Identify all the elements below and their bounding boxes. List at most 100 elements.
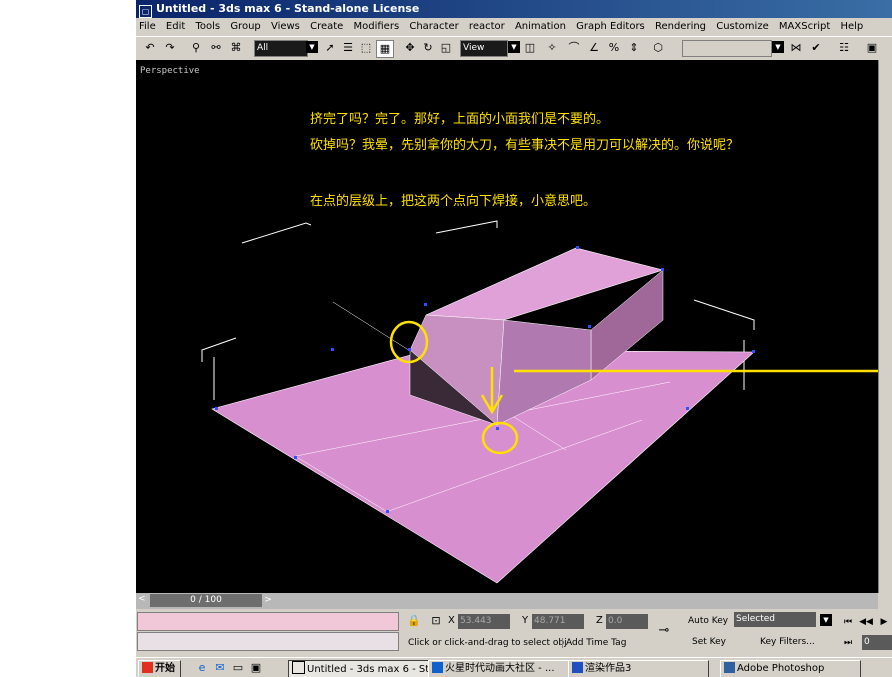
- time-slider-thumb[interactable]: 0 / 100: [150, 594, 262, 607]
- menu-bar: File Edit Tools Group Views Create Modif…: [136, 18, 892, 35]
- select-object-icon[interactable]: ➚: [322, 40, 338, 56]
- layer-manager-icon[interactable]: ☷: [836, 40, 852, 56]
- link-icon[interactable]: ⚲: [188, 40, 204, 56]
- photoshop-task-icon: [724, 662, 735, 673]
- select-by-name-icon[interactable]: ☰: [340, 40, 356, 56]
- auto-key-button[interactable]: Auto Key: [688, 616, 728, 626]
- show-desktop-icon[interactable]: ▭: [230, 660, 246, 676]
- menu-help[interactable]: Help: [840, 21, 863, 32]
- bind-space-warp-icon[interactable]: ⌘: [228, 40, 244, 56]
- task-3dsmax-label: Untitled - 3ds max 6 - Sta...: [307, 664, 428, 675]
- named-selection-arrow-icon[interactable]: ▼: [772, 41, 784, 53]
- curve-editor-icon[interactable]: ▣: [864, 40, 880, 56]
- menu-graph-editors[interactable]: Graph Editors: [576, 21, 645, 32]
- current-frame-field[interactable]: 0: [862, 635, 892, 650]
- previous-frame-icon[interactable]: ◀◀: [858, 614, 874, 630]
- move-icon[interactable]: ✥: [402, 40, 418, 56]
- menu-tools[interactable]: Tools: [195, 21, 220, 32]
- maxscript-listener-input[interactable]: [137, 612, 399, 631]
- key-mode-dropdown[interactable]: Selected: [734, 612, 816, 627]
- key-filters-button[interactable]: Key Filters...: [760, 637, 815, 647]
- pivot-center-icon[interactable]: ◫: [522, 40, 538, 56]
- selection-filter-dropdown[interactable]: All: [254, 40, 308, 57]
- scale-icon[interactable]: ◱: [438, 40, 454, 56]
- add-time-tag-button[interactable]: Add Time Tag: [562, 638, 626, 648]
- rectangular-selection-icon[interactable]: ⬚: [358, 40, 374, 56]
- windows-logo-icon: [142, 662, 153, 673]
- selection-filter-arrow-icon[interactable]: ▼: [306, 41, 318, 53]
- menu-rendering[interactable]: Rendering: [655, 21, 706, 32]
- key-mode-toggle-icon[interactable]: ⏭: [840, 635, 856, 651]
- menu-group[interactable]: Group: [230, 21, 260, 32]
- window-title: Untitled - 3ds max 6 - Stand-alone Licen…: [156, 2, 420, 15]
- menu-create[interactable]: Create: [310, 21, 343, 32]
- app-window: ▢ Untitled - 3ds max 6 - Stand-alone Lice…: [136, 0, 892, 677]
- menu-modifiers[interactable]: Modifiers: [354, 21, 400, 32]
- task-render-label: 渲染作品3: [585, 663, 632, 674]
- menu-reactor[interactable]: reactor: [469, 21, 505, 32]
- manipulate-icon[interactable]: ✧: [544, 40, 560, 56]
- key-mode-arrow-icon[interactable]: ▼: [820, 614, 832, 626]
- maxscript-listener-output[interactable]: [137, 632, 399, 651]
- unlink-icon[interactable]: ⚯: [208, 40, 224, 56]
- main-toolbar: ↶ ↷ ⚲ ⚯ ⌘ All ▼ ➚ ☰ ⬚ ▦ ✥ ↻ ◱ View ▼ ◫ ✧…: [136, 36, 892, 62]
- y-label: Y: [522, 615, 529, 626]
- app-icon: ▢: [139, 5, 152, 18]
- rotate-icon[interactable]: ↻: [420, 40, 436, 56]
- menu-character[interactable]: Character: [409, 21, 458, 32]
- spinner-snap-icon[interactable]: ⇕: [626, 40, 642, 56]
- mirror-icon[interactable]: ⋈: [788, 40, 804, 56]
- windows-taskbar: 开始 e ✉ ▭ ▣ Untitled - 3ds max 6 - Sta...…: [136, 657, 892, 677]
- task-render-folder[interactable]: 渲染作品3: [568, 660, 709, 677]
- z-coordinate-field[interactable]: 0.0: [606, 614, 648, 629]
- browser-task-icon: [432, 662, 443, 673]
- outlook-quicklaunch-icon[interactable]: ✉: [212, 660, 228, 676]
- reference-coord-dropdown[interactable]: View: [460, 40, 508, 57]
- start-button[interactable]: 开始: [138, 660, 181, 677]
- x-coordinate-field[interactable]: 53.443: [458, 614, 510, 629]
- command-panel[interactable]: [878, 60, 892, 593]
- snap-toggle-icon[interactable]: ⌒: [566, 40, 582, 56]
- key-mode-icon[interactable]: ⊸: [656, 623, 672, 639]
- max-task-icon: [292, 661, 305, 674]
- edit-named-selection-icon[interactable]: ⬡: [650, 40, 666, 56]
- y-coordinate-field[interactable]: 48.771: [532, 614, 584, 629]
- play-icon[interactable]: ▶: [876, 614, 892, 630]
- mesh-drawing: [201, 220, 878, 584]
- time-slider[interactable]: < 0 / 100 >: [136, 593, 878, 609]
- named-selection-sets-dropdown[interactable]: [682, 40, 772, 57]
- task-photoshop-label: Adobe Photoshop: [737, 663, 825, 674]
- align-icon[interactable]: ✔: [808, 40, 824, 56]
- x-label: X: [448, 615, 455, 626]
- ie-quicklaunch-icon[interactable]: e: [194, 660, 210, 676]
- undo-icon[interactable]: ↶: [142, 40, 158, 56]
- angle-snap-icon[interactable]: ∠: [586, 40, 602, 56]
- menu-animation[interactable]: Animation: [515, 21, 566, 32]
- status-area: 🔒 ⊡ X 53.443 Y 48.771 Z 0.0 Click or cli…: [136, 609, 892, 657]
- task-photoshop[interactable]: Adobe Photoshop: [720, 660, 861, 677]
- time-slider-prev[interactable]: <: [138, 594, 146, 604]
- redo-icon[interactable]: ↷: [162, 40, 178, 56]
- media-quicklaunch-icon[interactable]: ▣: [248, 660, 264, 676]
- task-hxsd-forum[interactable]: 火星时代动画大社区 - ...: [428, 660, 569, 677]
- coord-dropdown-arrow-icon[interactable]: ▼: [508, 41, 520, 53]
- perspective-viewport[interactable]: Perspective 挤完了吗？完了。那好，上面的小面我们是不要的。 砍掉吗？…: [136, 60, 878, 593]
- percent-snap-icon[interactable]: %: [606, 40, 622, 56]
- lock-selection-icon[interactable]: 🔒: [406, 613, 422, 629]
- time-slider-next[interactable]: >: [262, 594, 274, 607]
- start-label: 开始: [155, 663, 175, 674]
- prompt-line: Click or click-and-drag to select obj: [408, 638, 567, 648]
- absolute-mode-icon[interactable]: ⊡: [428, 613, 444, 629]
- task-hxsd-label: 火星时代动画大社区 - ...: [445, 663, 555, 674]
- menu-file[interactable]: File: [139, 21, 156, 32]
- task-3dsmax[interactable]: Untitled - 3ds max 6 - Sta...: [288, 660, 429, 677]
- window-crossing-icon[interactable]: ▦: [376, 40, 394, 58]
- menu-customize[interactable]: Customize: [716, 21, 769, 32]
- menu-maxscript[interactable]: MAXScript: [779, 21, 830, 32]
- go-to-start-icon[interactable]: ⏮: [840, 614, 856, 630]
- title-bar: ▢ Untitled - 3ds max 6 - Stand-alone Lice…: [136, 0, 892, 18]
- menu-views[interactable]: Views: [271, 21, 300, 32]
- z-label: Z: [596, 615, 603, 626]
- menu-edit[interactable]: Edit: [166, 21, 185, 32]
- set-key-button[interactable]: Set Key: [692, 637, 726, 647]
